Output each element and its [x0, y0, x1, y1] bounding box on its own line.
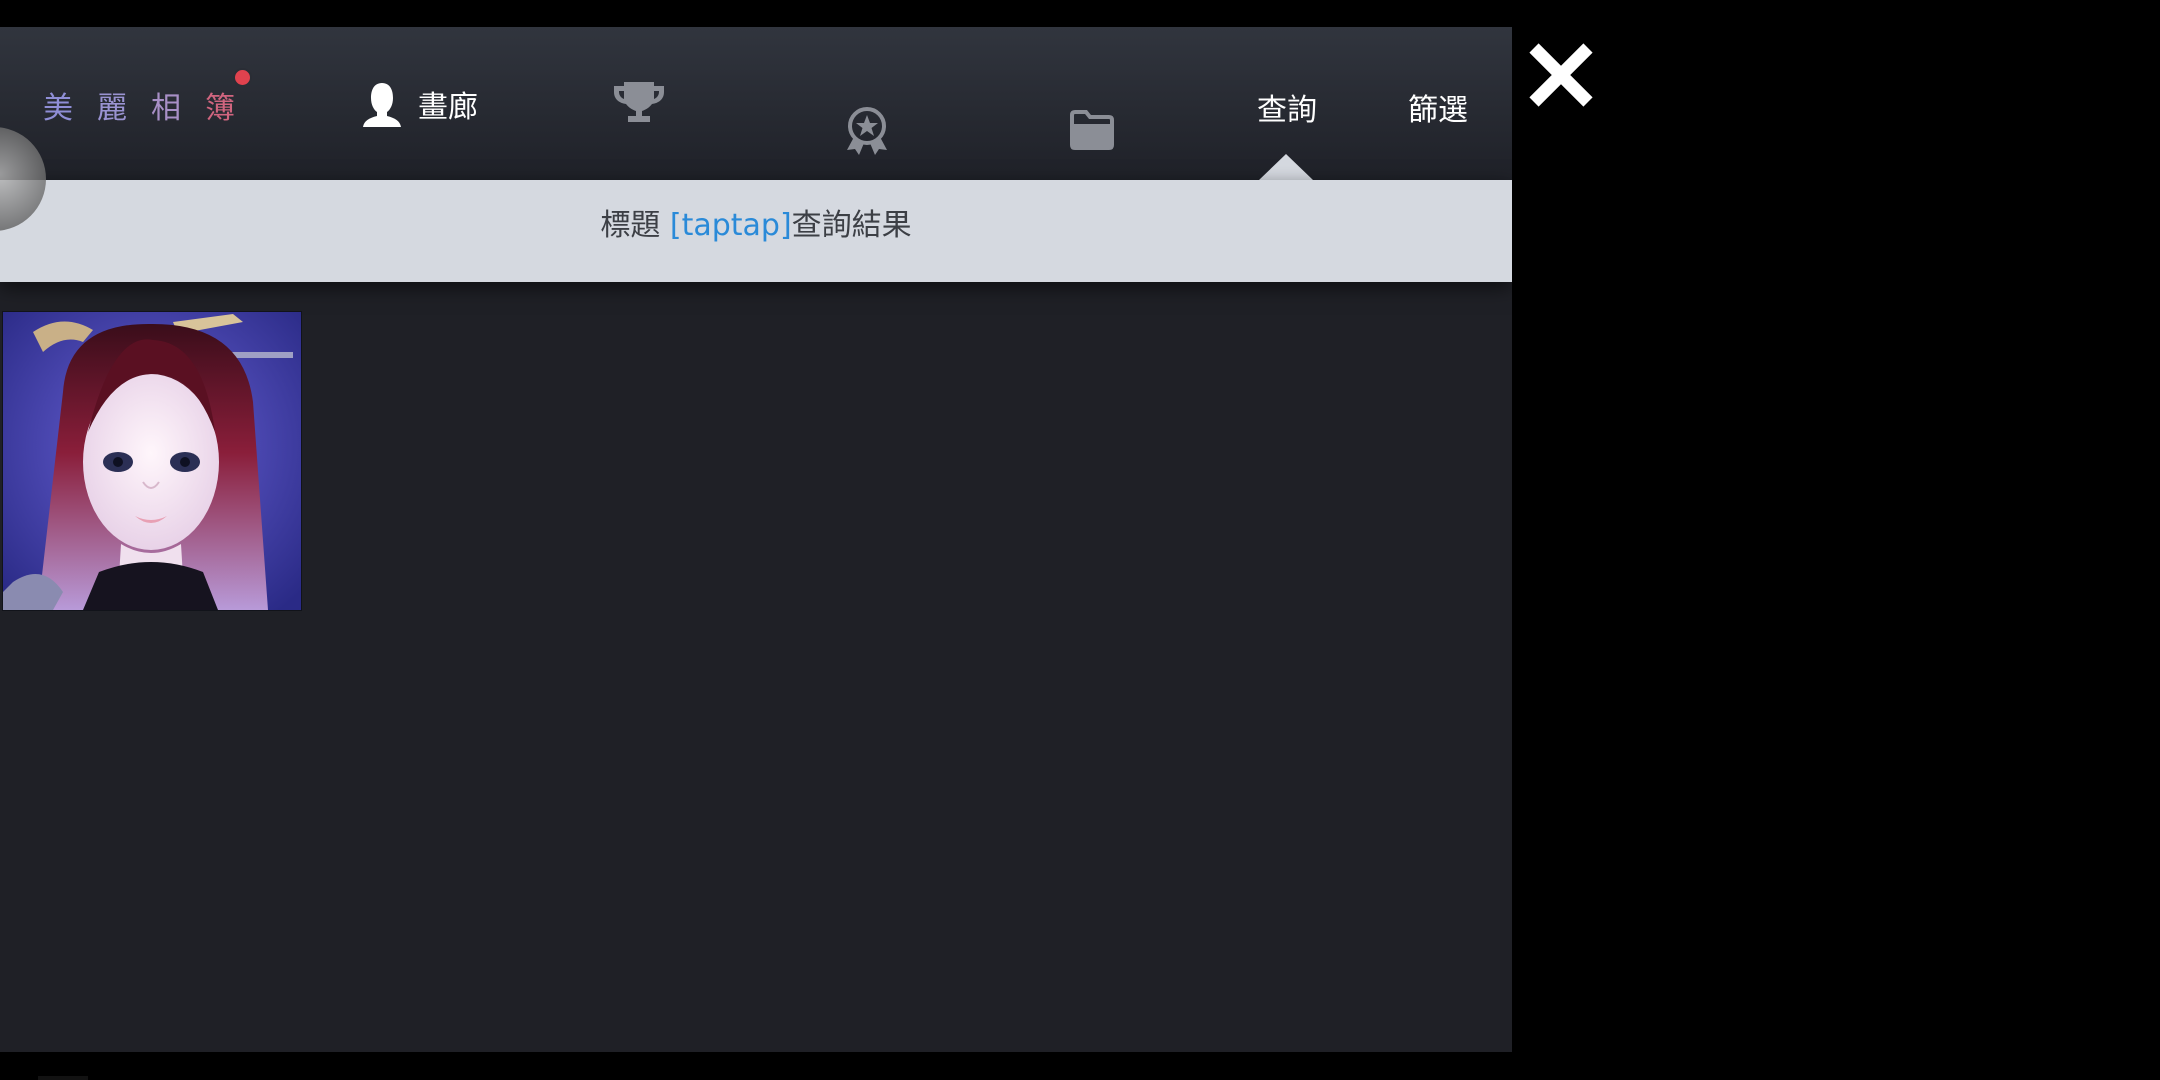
app-logo: 美麗相簿: [43, 83, 259, 127]
trophy-icon: [614, 82, 664, 122]
result-query: [taptap]: [669, 208, 792, 243]
folder-icon: [1070, 110, 1114, 150]
portrait-thumbnail: [3, 312, 301, 610]
tab-gallery-label: 畫廊: [418, 90, 478, 125]
user-icon: [363, 83, 401, 127]
album-panel: 美麗相簿 畫廊 查詢 篩選 標題 [taptap]查詢結果: [0, 27, 1512, 1052]
tab-folders[interactable]: [1069, 109, 1115, 155]
logo-char: 簿: [205, 91, 235, 126]
logo-char: 相: [151, 91, 181, 126]
logo-char: 麗: [97, 91, 127, 126]
logo-char: 美: [43, 91, 73, 126]
tab-ranking[interactable]: [612, 80, 666, 130]
tab-gallery[interactable]: 畫廊: [362, 79, 478, 129]
result-suffix: 查詢結果: [791, 208, 912, 243]
result-thumbnail[interactable]: [2, 311, 302, 611]
notification-dot: [233, 68, 252, 87]
search-result-banner: 標題 [taptap]查詢結果: [0, 180, 1512, 282]
active-tab-indicator: [1259, 154, 1313, 180]
bottom-edge-element: [38, 1076, 88, 1080]
close-button[interactable]: [1526, 40, 1596, 110]
tab-query[interactable]: 查詢: [1257, 85, 1317, 129]
result-prefix: 標題: [600, 208, 670, 243]
close-icon: [1529, 43, 1593, 107]
tab-awards[interactable]: [843, 106, 891, 160]
tab-filter[interactable]: 篩選: [1408, 85, 1468, 129]
award-ribbon-icon: [847, 107, 887, 155]
